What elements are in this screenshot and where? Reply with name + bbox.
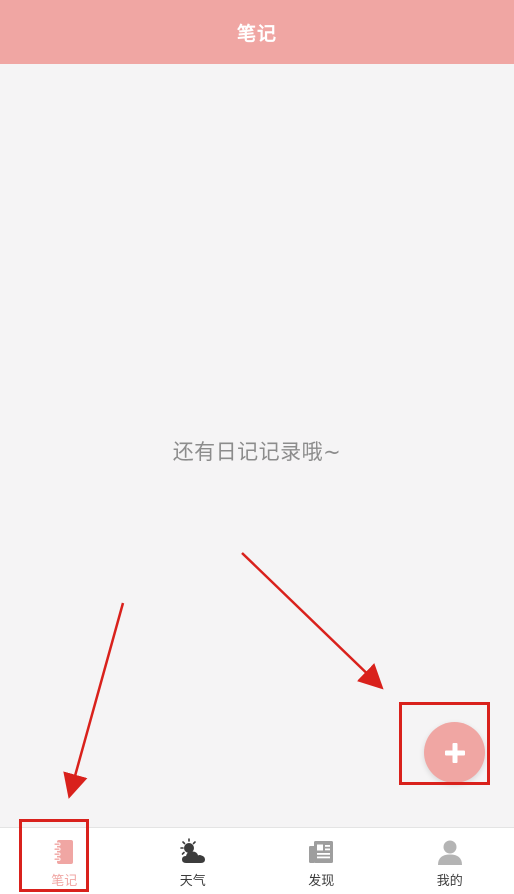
tab-discover[interactable]: 发现 xyxy=(257,828,386,894)
empty-state-message: 还有日记记录哦~ xyxy=(172,440,342,464)
app-screen: 笔记 还有日记记录哦~ 笔记 天气 发现 我的 xyxy=(0,0,514,894)
annotation-box-notes-tab xyxy=(19,819,89,892)
tab-profile-label: 我的 xyxy=(436,874,463,889)
newspaper-icon xyxy=(306,838,336,866)
page-title: 笔记 xyxy=(236,22,277,45)
annotation-arrow-to-add-button xyxy=(241,552,384,690)
tab-profile[interactable]: 我的 xyxy=(386,828,514,894)
title-bar: 笔记 xyxy=(0,0,514,64)
tab-weather-label: 天气 xyxy=(179,874,206,889)
tab-discover-label: 发现 xyxy=(308,874,335,889)
tab-weather[interactable]: 天气 xyxy=(129,828,258,894)
user-icon xyxy=(435,838,465,866)
weather-icon xyxy=(178,838,208,866)
annotation-box-add-button xyxy=(399,702,490,785)
annotation-arrow-to-notes-tab xyxy=(63,602,125,799)
